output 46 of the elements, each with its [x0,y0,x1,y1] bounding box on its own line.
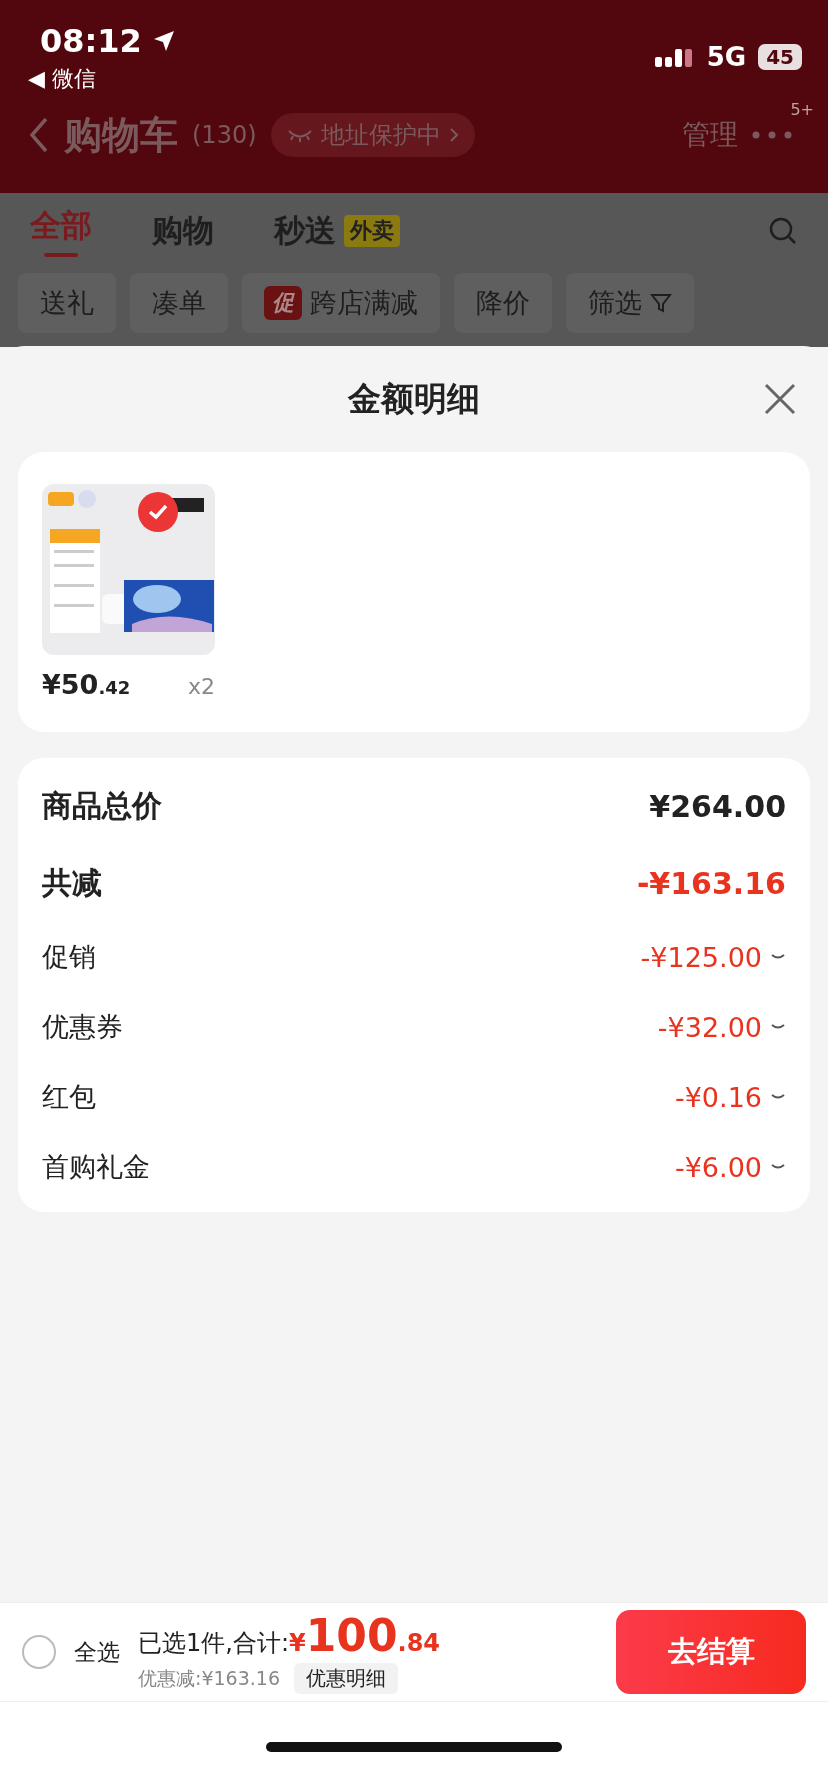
product-price: ¥50.42 [42,669,131,700]
notification-count: 5+ [790,100,814,119]
summary-amount: -¥125.00 [640,941,762,973]
summary-amount: -¥0.16 [674,1081,762,1113]
more-icon[interactable] [752,131,792,139]
search-icon[interactable] [768,216,798,246]
discount-detail-button[interactable]: 优惠明细 [294,1663,398,1694]
filter-chip[interactable]: 促 跨店满减 [242,273,440,333]
summary-label: 促销 [42,940,96,974]
page-title: 购物车 [64,111,178,159]
battery-level: 45 [758,44,802,70]
network-type: 5G [706,42,747,72]
summary-amount: -¥32.00 [657,1011,762,1043]
select-all-radio[interactable] [22,1635,56,1669]
address-protection-pill[interactable]: 地址保护中 [270,113,475,157]
discount-text: 优惠减:¥163.16 [138,1665,280,1691]
promo-tag: 促 [264,286,302,320]
summary-label: 共减 [42,864,102,902]
summary-label: 首购礼金 [42,1150,150,1184]
summary-amount: ¥264.00 [649,789,786,824]
filter-chip[interactable]: 送礼 [18,273,116,333]
summary-amount: -¥163.16 [636,866,786,901]
selected-summary: 已选1件,合计: [138,1628,289,1659]
product-quantity: x2 [187,674,215,699]
back-to-app-link[interactable]: ◀ 微信 [28,64,176,94]
select-all-label[interactable]: 全选 [74,1636,120,1668]
filter-icon [650,292,672,314]
checkout-button[interactable]: 去结算 [616,1610,806,1694]
manage-link[interactable]: 管理 [682,116,738,154]
summary-label: 优惠券 [42,1010,123,1044]
chevron-right-icon [448,127,459,143]
filter-chip[interactable]: 筛选 [566,273,694,333]
tab[interactable]: 购物 [152,210,214,252]
summary-amount: -¥6.00 [674,1151,762,1183]
clock: 08:12 [40,22,142,60]
filter-chip[interactable]: 凑单 [130,273,228,333]
cart-count: (130) [192,121,257,149]
tab[interactable]: 全部 [30,205,92,257]
eye-closed-icon [286,128,313,142]
summary-label: 红包 [42,1080,96,1114]
summary-label: 商品总价 [42,787,162,825]
takeout-badge: 外卖 [344,215,400,247]
filter-chip[interactable]: 降价 [454,273,552,333]
total-price: ¥100.84 [289,1610,441,1661]
tab[interactable]: 秒送 [274,210,336,252]
sheet-title: 金额明细 [348,377,480,420]
